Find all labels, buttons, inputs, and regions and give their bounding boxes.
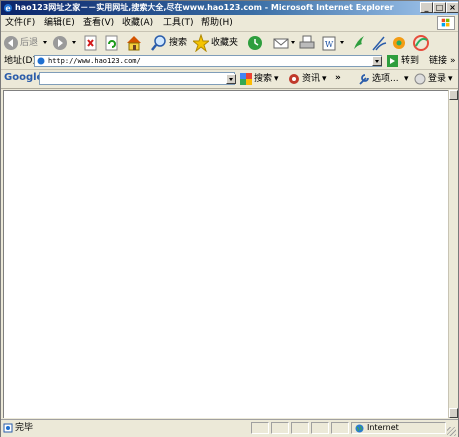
- browser-addon-logo-icon[interactable]: [412, 34, 430, 52]
- menu-help[interactable]: 帮助(H): [201, 17, 233, 29]
- status-cell-4: [311, 422, 329, 434]
- menu-file[interactable]: 文件(F): [5, 17, 35, 29]
- ie-logo-icon: e: [4, 3, 12, 13]
- status-cell-1: [251, 422, 269, 434]
- menu-tools[interactable]: 工具(T): [163, 17, 194, 29]
- links-chevron-icon[interactable]: »: [450, 52, 456, 70]
- address-url[interactable]: http://www.hao123.com/: [48, 56, 141, 66]
- news-icon[interactable]: [288, 73, 300, 85]
- stop-icon[interactable]: [83, 34, 99, 52]
- google-search-button[interactable]: 搜索: [254, 70, 272, 88]
- news-dropdown-arrow-icon[interactable]: ▾: [322, 70, 327, 88]
- login-dropdown-arrow-icon[interactable]: ▾: [448, 70, 453, 88]
- google-logo: Google: [4, 72, 44, 83]
- menu-view[interactable]: 查看(V): [83, 17, 114, 29]
- window-title: hao123网址之家－－实用网址,搜索大全,尽在www.hao123.com -…: [15, 3, 394, 12]
- go-button[interactable]: 转到: [401, 52, 419, 70]
- back-dropdown-icon[interactable]: [41, 38, 51, 48]
- favorites-star-icon[interactable]: [193, 34, 209, 52]
- scroll-down-icon[interactable]: [449, 408, 458, 418]
- status-cell-2: [271, 422, 289, 434]
- google-search-dropdown-icon[interactable]: [226, 74, 236, 84]
- mail-icon[interactable]: [273, 34, 289, 52]
- status-page-icon: [3, 423, 13, 433]
- windows-flag-icon: [437, 16, 455, 30]
- search-icon[interactable]: [151, 34, 167, 52]
- favorites-label[interactable]: 收藏夹: [211, 34, 238, 52]
- close-button[interactable]: ×: [446, 2, 458, 13]
- status-cell-5: [331, 422, 349, 434]
- more-chevron-icon[interactable]: »: [335, 69, 341, 87]
- ie-window: e hao123网址之家－－实用网址,搜索大全,尽在www.hao123.com…: [0, 0, 459, 437]
- go-arrow-icon[interactable]: [387, 55, 398, 67]
- options-dropdown-arrow-icon[interactable]: ▾: [404, 70, 409, 88]
- google-toolbar: Google 搜索 ▾ 资讯 ▾ » 选项... ▾ 登录 ▾: [1, 70, 458, 89]
- globe-icon: [355, 424, 364, 433]
- address-dropdown-icon[interactable]: [372, 56, 382, 66]
- maximize-button[interactable]: □: [433, 2, 446, 13]
- options-button[interactable]: 选项...: [372, 70, 399, 88]
- page-icon: [37, 57, 45, 65]
- status-zone-cell: Internet: [351, 422, 446, 434]
- page-content[interactable]: [3, 90, 449, 418]
- google-search-input[interactable]: [39, 72, 235, 85]
- menu-edit[interactable]: 编辑(E): [44, 17, 75, 29]
- menu-bar: 文件(F) 编辑(E) 查看(V) 收藏(A) 工具(T) 帮助(H): [1, 15, 458, 32]
- status-text: 完毕: [15, 423, 34, 433]
- wrench-icon[interactable]: [358, 73, 370, 85]
- title-bar[interactable]: e hao123网址之家－－实用网址,搜索大全,尽在www.hao123.com…: [1, 1, 458, 15]
- search-label[interactable]: 搜索: [169, 34, 187, 52]
- resize-grip-icon[interactable]: [447, 427, 456, 436]
- mail-dropdown-icon[interactable]: [289, 38, 299, 48]
- login-icon[interactable]: [414, 73, 426, 85]
- standard-toolbar: 后退 搜索 收藏夹 W: [1, 32, 458, 55]
- login-button[interactable]: 登录: [428, 70, 446, 88]
- minimize-button[interactable]: _: [420, 2, 433, 13]
- news-button[interactable]: 资讯: [302, 70, 320, 88]
- history-icon[interactable]: [247, 34, 263, 52]
- address-label: 地址(D): [4, 56, 36, 66]
- edit-icon[interactable]: W: [321, 34, 337, 52]
- google-search-icon[interactable]: [240, 73, 252, 85]
- messenger-icon[interactable]: [351, 34, 367, 52]
- pen-tool-icon[interactable]: [371, 34, 387, 52]
- links-button[interactable]: 链接: [429, 52, 447, 70]
- address-bar: 地址(D) http://www.hao123.com/ 转到 链接 »: [1, 54, 458, 70]
- google-search-dropdown-arrow-icon[interactable]: ▾: [274, 70, 279, 88]
- refresh-icon[interactable]: [104, 34, 120, 52]
- svg-text:W: W: [325, 40, 334, 49]
- menu-favorites[interactable]: 收藏(A): [122, 17, 153, 29]
- addon-icon[interactable]: [391, 34, 407, 52]
- edit-dropdown-icon[interactable]: [338, 38, 348, 48]
- scroll-up-icon[interactable]: [449, 90, 458, 100]
- print-icon[interactable]: [299, 34, 315, 52]
- home-icon[interactable]: [125, 34, 143, 52]
- vertical-scrollbar[interactable]: [448, 90, 458, 418]
- forward-arrow-icon[interactable]: [52, 34, 68, 52]
- back-arrow-icon[interactable]: [3, 34, 19, 52]
- status-cell-3: [291, 422, 309, 434]
- address-input[interactable]: http://www.hao123.com/: [34, 55, 382, 67]
- svg-text:e: e: [6, 3, 11, 13]
- status-bar: 完毕 Internet: [1, 419, 458, 437]
- forward-dropdown-icon[interactable]: [70, 38, 80, 48]
- zone-text: Internet: [367, 423, 399, 432]
- back-label[interactable]: 后退: [20, 34, 38, 52]
